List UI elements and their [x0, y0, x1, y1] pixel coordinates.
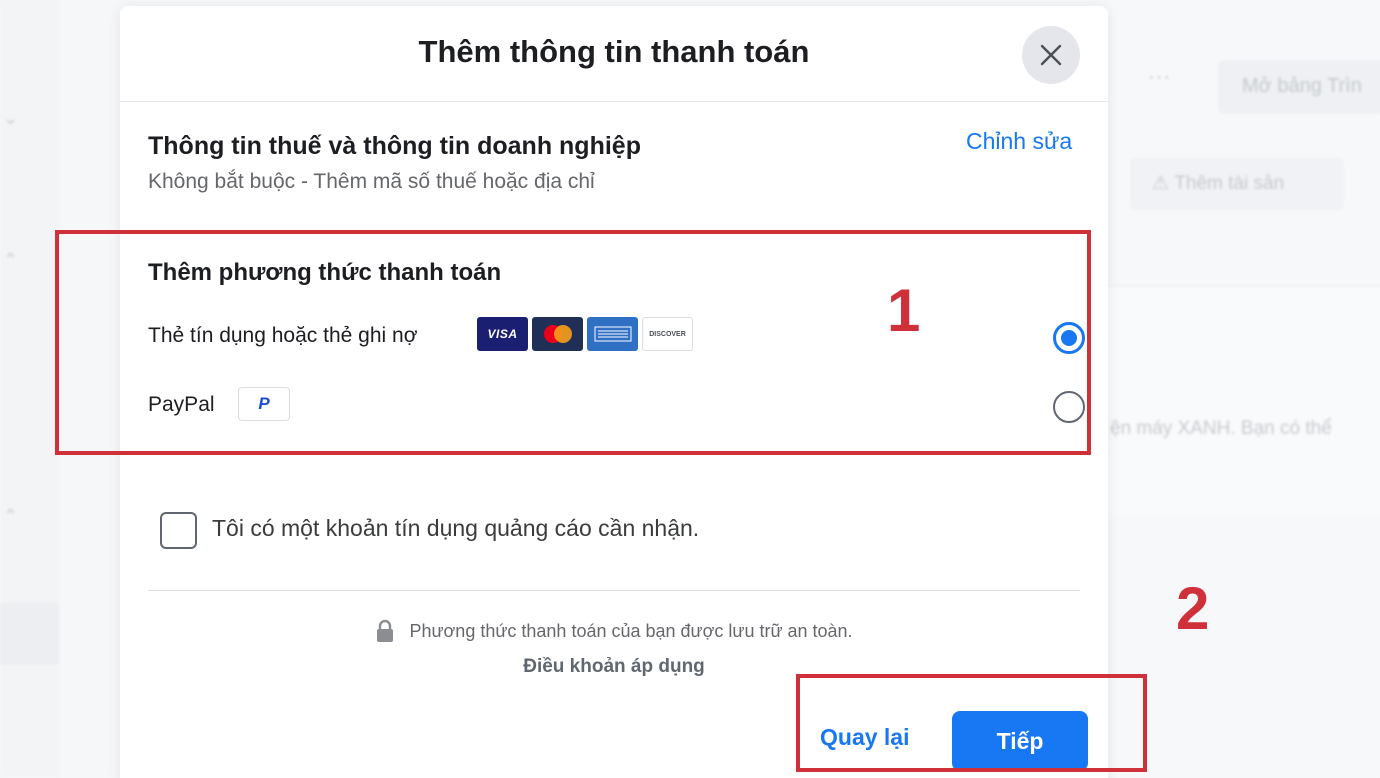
- security-note-text: Phương thức thanh toán của bạn được lưu …: [409, 620, 853, 641]
- background-add-asset-button: ⚠ Thêm tài sản: [1130, 158, 1344, 210]
- ad-credit-checkbox[interactable]: [160, 512, 197, 549]
- asset-icon: ⚠: [1152, 173, 1175, 194]
- annotation-box-step-1: [55, 230, 1091, 455]
- chevron-up-icon: ⌃: [3, 506, 19, 526]
- more-menu-icon: ···: [1148, 66, 1171, 88]
- divider: [148, 590, 1080, 591]
- chevron-down-icon: ⌄: [3, 108, 19, 128]
- add-asset-label: Thêm tài sản: [1174, 173, 1285, 194]
- annotation-number-2: 2: [1176, 575, 1210, 642]
- lock-icon: [377, 619, 394, 642]
- security-note: Phương thức thanh toán của bạn được lưu …: [120, 619, 1108, 643]
- dialog-header: Thêm thông tin thanh toán: [120, 6, 1108, 102]
- close-button[interactable]: [1022, 26, 1080, 84]
- dialog-title: Thêm thông tin thanh toán: [418, 34, 810, 69]
- tax-section-title: Thông tin thuế và thông tin doanh nghiệp: [148, 132, 641, 160]
- tax-section-subtitle: Không bắt buộc - Thêm mã số thuế hoặc đị…: [148, 170, 595, 193]
- background-card: [1108, 286, 1380, 516]
- background-open-button: Mở bảng Trìn: [1218, 60, 1380, 114]
- annotation-number-1: 1: [887, 277, 921, 344]
- background-text-snippet: ện máy XANH. Bạn có thể: [1110, 418, 1332, 439]
- annotation-box-step-2: [796, 674, 1147, 772]
- background-left-tile: [0, 603, 58, 665]
- chevron-up-icon: ⌃: [3, 250, 19, 270]
- edit-tax-link[interactable]: Chỉnh sửa: [966, 128, 1072, 155]
- ad-credit-label: Tôi có một khoản tín dụng quảng cáo cần …: [212, 515, 700, 541]
- close-icon: [1040, 44, 1062, 66]
